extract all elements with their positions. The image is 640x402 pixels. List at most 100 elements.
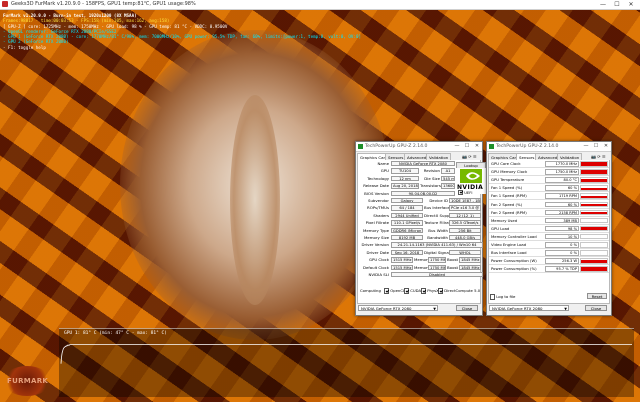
sensor-label: Fan 2 Speed (%): [491, 201, 523, 207]
sensor-row: Bus Interface Load 0 %: [489, 249, 609, 258]
maximize-button[interactable]: ☐: [610, 0, 624, 9]
gpuz-sensors-maximize-button[interactable]: ☐: [591, 142, 601, 151]
gpuz-card-window: TechPowerUp GPU-Z 2.14.0 — ☐ ✕ Graphics …: [355, 141, 486, 316]
gpu-info-row: Memory Size 8192 MB Bandwidth 448.0 GB/s: [358, 234, 482, 241]
temperature-graph-label: GPU 1: 81° C (min: 47° C - max: 81° C): [64, 331, 167, 336]
gpuz-sensors-close-button[interactable]: Close: [585, 305, 607, 311]
sensor-label: Power Consumption (%): [491, 266, 537, 272]
gpuz-card-close-button[interactable]: Close: [456, 305, 478, 311]
gpuz-card-title: TechPowerUp GPU-Z 2.14.0: [365, 144, 428, 149]
gpu-info-value-2: 13600M: [441, 183, 455, 189]
log-to-file-checkbox[interactable]: Log to file: [490, 294, 515, 300]
osd-overlay: FurMark v1.20.9.0 - Burn-in test, 1920x1…: [3, 13, 361, 50]
gpu-info-value: GDDR6 (Micron): [391, 227, 423, 233]
gpu-info-row: NVIDIA SLI Disabled: [358, 271, 483, 278]
sensor-graph-fill: [581, 226, 607, 231]
sensor-row: GPU Core Clock 1770.0 MHz: [489, 160, 609, 169]
reset-button[interactable]: Reset: [587, 293, 607, 299]
gpu-info-label: BIOS Version: [364, 190, 389, 196]
gpuz-app-icon: [489, 144, 494, 149]
sensor-graph-fill: [581, 187, 607, 190]
sensor-value: 0 %: [545, 250, 579, 256]
gpu-info-value: 64 / 184: [391, 205, 423, 211]
gpuz-card-maximize-button[interactable]: ☐: [462, 142, 472, 151]
computing-api-checkbox: PhysX: [421, 287, 439, 294]
gpu-info-label: Driver Date: [366, 249, 389, 255]
log-to-file-check-icon: [490, 294, 496, 300]
sensor-graph-fill: [581, 195, 607, 198]
sensor-row: Fan 2 Speed (RPM) 2158 RPM: [489, 209, 609, 217]
gpu-info-value: 2944 Unified: [391, 212, 423, 219]
computing-api-label: PhysX: [427, 288, 439, 293]
gpu-info-boost-label: Boost: [447, 264, 458, 270]
uefi-check-icon: [458, 190, 464, 196]
gpuz-card-minimize-button[interactable]: —: [452, 142, 462, 151]
sensor-graph-fill: [581, 203, 607, 207]
gpu-info-value: Disabled: [391, 272, 483, 278]
furmark-logo: FURMARK: [3, 366, 51, 396]
gpuz-sensors-minimize-button[interactable]: —: [581, 142, 591, 151]
gpu-info-boost-label: Boost: [447, 257, 458, 263]
gpu-info-row: Driver Date Sep 16, 2018 Digital Signature…: [358, 249, 482, 256]
log-to-file-label: Log to file: [496, 294, 516, 299]
sensor-label: Fan 1 Speed (%): [491, 185, 523, 191]
sensor-value: 389 MB: [545, 217, 579, 224]
sensor-row: Memory Controller Load 10 %: [489, 233, 609, 241]
gpu-info-row: Name NVIDIA GeForce RTX 2080: [358, 160, 482, 167]
gpu-info-label: Release Date: [363, 183, 389, 189]
gpuz-sensors-gpu-select[interactable]: NVIDIA GeForce RTX 2080 ▼: [489, 305, 569, 311]
gpu-info-boost-value: 1845 MHz: [459, 264, 481, 270]
sensor-value: 256.3 W: [545, 258, 579, 264]
sensor-row: GPU Load 98 %: [489, 225, 609, 233]
furmark-logo-text: FURMARK: [7, 377, 49, 385]
gpu-info-value: 90.04.0B.00.D2: [391, 190, 455, 196]
gpuz-card-toolbar-icons[interactable]: 📷 ⟳ ☰: [462, 153, 476, 160]
furmark-app-icon: [2, 1, 8, 7]
sensor-graph-fill: [581, 259, 607, 263]
sensor-graph: [580, 250, 608, 256]
sensor-value: 60 %: [545, 201, 579, 208]
gpu-info-sublabel: Memory: [414, 264, 430, 270]
gpu-info-value: 110.1 GPixel/s: [391, 220, 423, 226]
sensor-row: Power Consumption (W) 256.3 W: [489, 257, 609, 266]
sensor-graph-fill: [581, 162, 607, 166]
gpu-info-label: Shaders: [373, 212, 389, 218]
sensor-value: 98 %: [545, 225, 579, 232]
sensor-graph-fill: [581, 170, 607, 174]
gpuz-sensors-toolbar-icons[interactable]: 📷 ⟳ ☰: [591, 153, 605, 160]
computing-api-checkbox: DirectCompute 5.0: [438, 287, 480, 294]
computing-api-checkbox: CUDA: [404, 287, 421, 294]
gpuz-card-close-x-button[interactable]: ✕: [472, 142, 482, 151]
minimize-button[interactable]: —: [596, 0, 610, 9]
gpu-info-row: Memory Type GDDR6 (Micron) Bus Width 256 Bi…: [358, 227, 482, 234]
sensor-graph: [580, 266, 608, 272]
gpu-info-value: 1515 MHz: [391, 257, 413, 263]
sensor-row: Fan 1 Speed (RPM) 1719 RPM: [489, 192, 609, 201]
gpu-info-value-2: 256 Bit: [449, 227, 481, 233]
sensor-graph: [580, 161, 608, 167]
sensor-label: Fan 2 Speed (RPM): [491, 209, 527, 215]
sensor-graph: [580, 258, 608, 264]
gpuz-sensors-close-x-button[interactable]: ✕: [601, 142, 611, 151]
gpu-info-label: Pixel Fillrate: [365, 220, 389, 226]
chevron-down-icon: ▼: [564, 307, 567, 311]
computing-label: Computing: [360, 288, 381, 293]
gpu-info-value-2: 1750 MHz: [428, 257, 446, 263]
gpu-info-value: 1515 MHz: [391, 264, 413, 270]
gpu-info-value-2: 545 mm²: [441, 175, 455, 182]
sensor-graph: [580, 185, 608, 191]
gpu-info-value-2: PCIe x16 3.0 @ x16 3.0: [449, 205, 481, 211]
gpu-info-label: GPU: [380, 168, 389, 174]
gpuz-card-gpu-select[interactable]: NVIDIA GeForce RTX 2080 ▼: [358, 305, 438, 311]
computing-api-label: OpenCL: [390, 288, 406, 293]
close-window-button[interactable]: ✕: [624, 0, 638, 9]
checkbox-check-icon: [438, 288, 444, 294]
gpu-info-value-2: A1: [441, 168, 455, 174]
sensor-value: 2158 RPM: [545, 209, 579, 216]
gpu-info-label: Name: [377, 161, 389, 166]
gpu-info-row: BIOS Version 90.04.0B.00.D2 UEFI: [358, 190, 482, 197]
sensor-value: 1719 RPM: [545, 193, 579, 199]
gpu-info-sublabel: Texture Fillrate: [424, 220, 453, 226]
sensor-label: GPU Temperature: [491, 177, 525, 183]
gpu-info-sublabel: Digital Signature: [424, 249, 457, 255]
